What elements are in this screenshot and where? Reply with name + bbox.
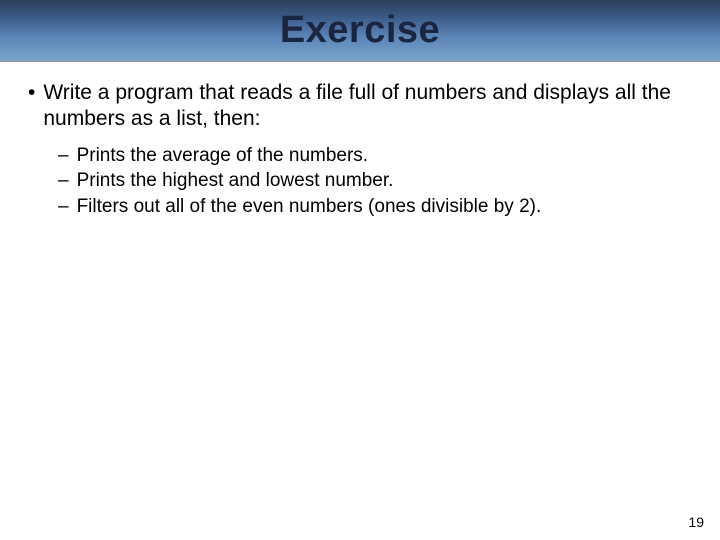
- sub-bullet-list: – Prints the average of the numbers. – P…: [28, 143, 692, 220]
- bullet-dot-icon: •: [28, 80, 35, 106]
- sub-bullet-text: Filters out all of the even numbers (one…: [77, 194, 542, 220]
- sub-bullet-text: Prints the average of the numbers.: [77, 143, 369, 169]
- sub-bullet: – Filters out all of the even numbers (o…: [58, 194, 692, 220]
- dash-icon: –: [58, 194, 69, 220]
- sub-bullet: – Prints the highest and lowest number.: [58, 168, 692, 194]
- dash-icon: –: [58, 143, 69, 169]
- dash-icon: –: [58, 168, 69, 194]
- title-bar: Exercise: [0, 0, 720, 62]
- slide: Exercise • Write a program that reads a …: [0, 0, 720, 540]
- slide-content: • Write a program that reads a file full…: [0, 62, 720, 219]
- page-number: 19: [688, 514, 704, 530]
- main-bullet-text: Write a program that reads a file full o…: [43, 80, 692, 133]
- sub-bullet: – Prints the average of the numbers.: [58, 143, 692, 169]
- main-bullet: • Write a program that reads a file full…: [28, 80, 692, 133]
- sub-bullet-text: Prints the highest and lowest number.: [77, 168, 394, 194]
- slide-title: Exercise: [280, 9, 440, 52]
